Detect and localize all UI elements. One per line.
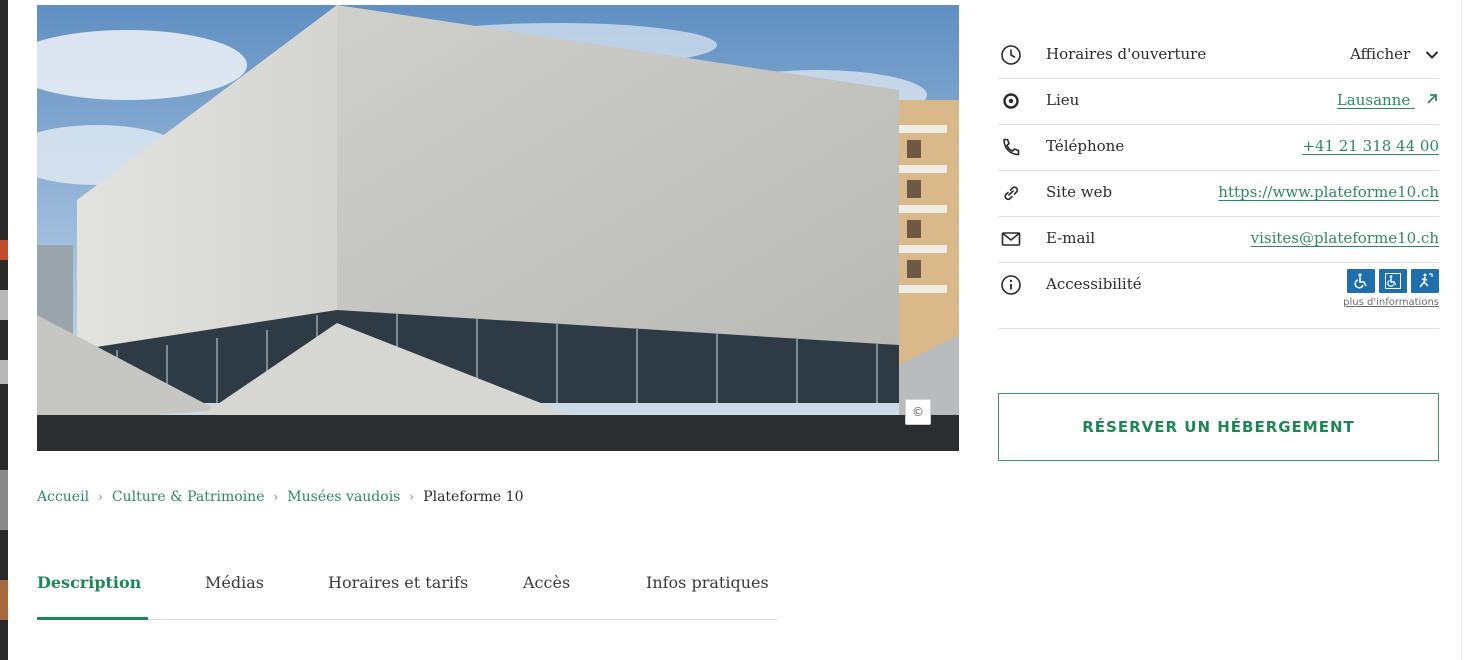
info-row-accessibility: Accessibilité plus d'informations	[998, 263, 1439, 329]
building-photo	[37, 5, 959, 451]
breadcrumb-separator: ›	[273, 490, 279, 504]
email-link[interactable]: visites@plateforme10.ch	[1251, 229, 1439, 247]
hours-toggle-label: Afficher	[1350, 45, 1411, 63]
info-row-hours[interactable]: Horaires d'ouverture Afficher	[998, 33, 1439, 79]
phone-label: Téléphone	[1046, 137, 1125, 155]
website-link[interactable]: https://www.plateforme10.ch	[1218, 183, 1439, 201]
location-link[interactable]: Lausanne	[1337, 91, 1439, 110]
tab-bar: Description Médias Horaires et tarifs Ac…	[37, 562, 778, 620]
wheelchair-icon[interactable]	[1347, 269, 1375, 293]
book-accommodation-button[interactable]: RÉSERVER UN HÉBERGEMENT	[998, 393, 1439, 461]
breadcrumb-link-museums[interactable]: Musées vaudois	[287, 489, 400, 505]
arrow-up-right-icon	[1425, 92, 1439, 110]
email-label: E-mail	[1046, 229, 1096, 247]
breadcrumb-separator: ›	[409, 490, 415, 504]
hero-image: ©	[37, 5, 959, 451]
website-label: Site web	[1046, 183, 1113, 201]
accessibility-more-link[interactable]: plus d'informations	[1343, 297, 1439, 308]
active-tab-indicator	[37, 617, 148, 620]
info-row-phone: Téléphone +41 21 318 44 00	[998, 125, 1439, 171]
copyright-badge[interactable]: ©	[905, 399, 931, 425]
clock-icon	[1000, 44, 1022, 66]
link-icon	[1000, 182, 1022, 204]
breadcrumb-current: Plateforme 10	[423, 489, 524, 505]
location-label: Lieu	[1046, 91, 1080, 109]
info-row-website: Site web https://www.plateforme10.ch	[998, 171, 1439, 217]
hours-label: Horaires d'ouverture	[1046, 45, 1207, 63]
breadcrumb-link-home[interactable]: Accueil	[37, 489, 89, 505]
tab-hours-prices[interactable]: Horaires et tarifs	[328, 573, 468, 592]
tab-practical-info[interactable]: Infos pratiques	[646, 573, 769, 592]
hours-toggle[interactable]: Afficher	[1350, 45, 1439, 64]
accessibility-label: Accessibilité	[1046, 275, 1142, 293]
location-link-text: Lausanne	[1336, 91, 1411, 109]
left-edge-strip	[0, 0, 8, 660]
chevron-down-icon	[1425, 46, 1439, 64]
accessibility-badges	[1347, 269, 1439, 293]
tab-media[interactable]: Médias	[205, 573, 264, 592]
tab-access[interactable]: Accès	[523, 573, 570, 592]
breadcrumb: Accueil › Culture & Patrimoine › Musées …	[37, 489, 523, 505]
reduced-mobility-icon[interactable]	[1411, 269, 1439, 293]
breadcrumb-separator: ›	[98, 490, 103, 504]
info-row-email: E-mail visites@plateforme10.ch	[998, 217, 1439, 263]
phone-icon	[1000, 136, 1022, 158]
info-icon	[1000, 274, 1022, 296]
location-pin-icon	[1000, 90, 1022, 112]
info-panel: Horaires d'ouverture Afficher Lieu Lausa…	[998, 33, 1439, 329]
wheelchair-wc-icon[interactable]	[1379, 269, 1407, 293]
info-row-location: Lieu Lausanne	[998, 79, 1439, 125]
page-edge-divider	[1461, 0, 1462, 660]
tab-description[interactable]: Description	[37, 573, 141, 592]
breadcrumb-link-culture[interactable]: Culture & Patrimoine	[112, 489, 265, 505]
phone-link[interactable]: +41 21 318 44 00	[1302, 137, 1439, 155]
mail-icon	[1000, 228, 1022, 250]
